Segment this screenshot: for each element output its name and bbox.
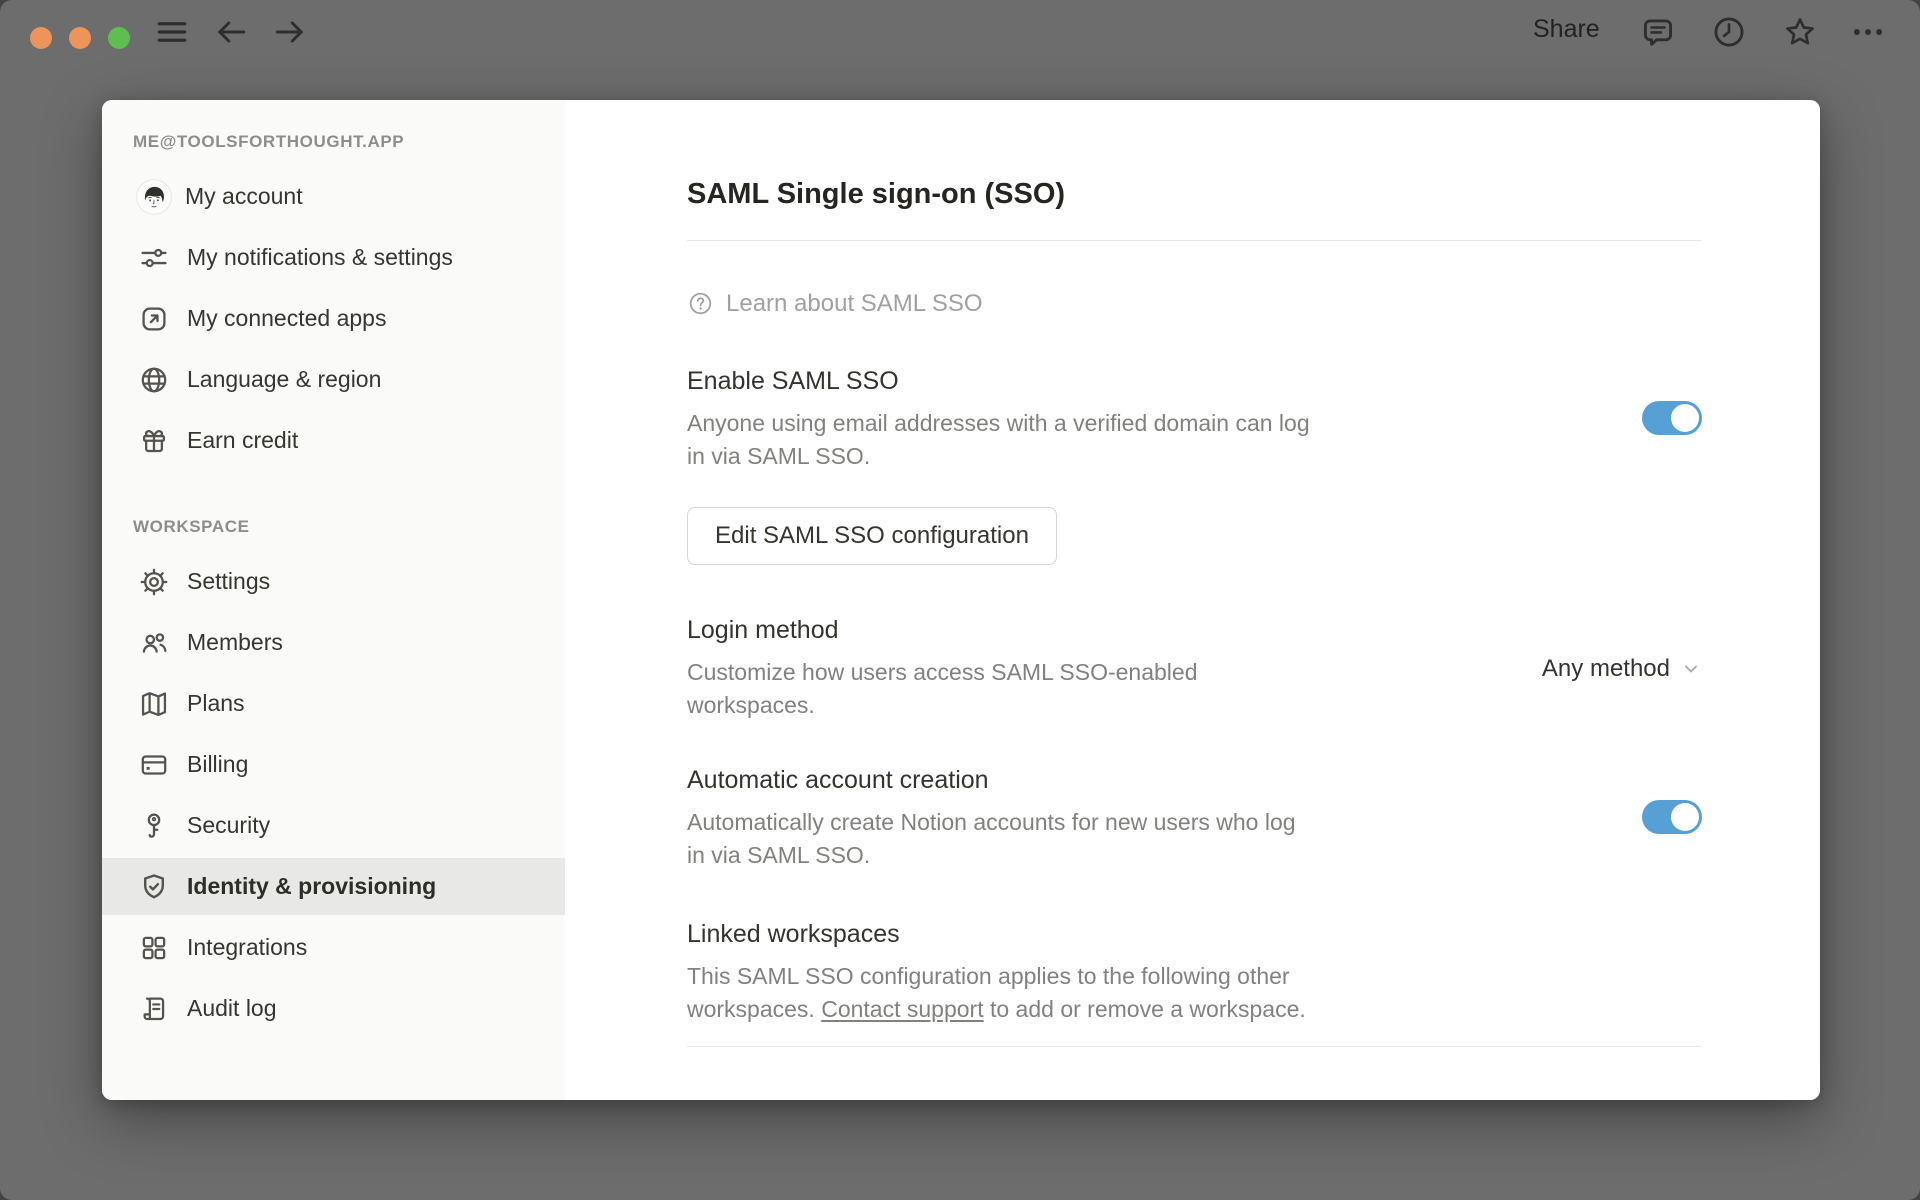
linked-workspaces-heading: Linked workspaces	[687, 920, 900, 948]
linked-workspaces-section: Linked workspaces This SAML SSO configur…	[687, 918, 1702, 1026]
more-options-icon[interactable]	[1850, 14, 1886, 50]
enable-saml-sso-heading: Enable SAML SSO	[687, 367, 899, 395]
sidebar-item-billing[interactable]: Billing	[102, 736, 565, 793]
sidebar-item-members[interactable]: Members	[102, 614, 565, 671]
sidebar-item-connected-apps[interactable]: My connected apps	[102, 290, 565, 347]
key-icon	[138, 810, 170, 842]
globe-icon	[138, 364, 170, 396]
back-icon[interactable]	[213, 14, 249, 50]
window-titlebar: Share	[0, 0, 1920, 62]
learn-link-label: Learn about SAML SSO	[726, 290, 983, 317]
traffic-light-zoom[interactable]	[108, 27, 130, 49]
gear-icon	[138, 566, 170, 598]
sidebar-item-integrations[interactable]: Integrations	[102, 919, 565, 976]
grid-icon	[138, 932, 170, 964]
contact-support-link[interactable]: Contact support	[821, 996, 983, 1022]
sidebar-item-label: Members	[187, 629, 283, 655]
sidebar-item-label: Language & region	[187, 366, 382, 392]
star-icon[interactable]	[1782, 14, 1818, 50]
sidebar-item-label: My notifications & settings	[187, 244, 453, 270]
traffic-light-minimize[interactable]	[69, 27, 91, 49]
sidebar-item-label: Audit log	[187, 995, 277, 1021]
sidebar-item-settings[interactable]: Settings	[102, 553, 565, 610]
shield-check-icon	[138, 871, 170, 903]
sidebar-item-label: Security	[187, 812, 271, 838]
login-method-section: Login method Customize how users access …	[687, 614, 1702, 722]
external-link-icon	[138, 303, 170, 335]
toggle-knob	[1671, 803, 1699, 831]
automatic-account-creation-toggle[interactable]	[1642, 800, 1702, 834]
sidebar-item-label: My account	[185, 183, 303, 209]
comments-icon[interactable]	[1640, 14, 1676, 50]
sidebar-item-language-region[interactable]: Language & region	[102, 351, 565, 408]
settings-content: SAML Single sign-on (SSO) Learn about SA…	[565, 100, 1820, 1100]
credit-card-icon	[138, 749, 170, 781]
avatar	[136, 179, 172, 215]
enable-saml-sso-section: Enable SAML SSO Anyone using email addre…	[687, 365, 1702, 473]
account-section-header: ME@TOOLSFORTHOUGHT.APP	[133, 132, 405, 151]
linked-workspaces-description: This SAML SSO configuration applies to t…	[687, 960, 1312, 1026]
login-method-dropdown-value: Any method	[1541, 655, 1670, 682]
login-method-heading: Login method	[687, 616, 839, 644]
login-method-description: Customize how users access SAML SSO-enab…	[687, 659, 1198, 718]
sidebar-item-audit-log[interactable]: Audit log	[102, 980, 565, 1037]
title-divider	[687, 240, 1702, 241]
automatic-account-creation-section: Automatic account creation Automatically…	[687, 764, 1702, 872]
page-title: SAML Single sign-on (SSO)	[687, 178, 1066, 210]
app-window: Share ME@TOOLSFORTHOUGHT.APP My account …	[0, 0, 1920, 1200]
sidebar-item-identity-provisioning[interactable]: Identity & provisioning	[102, 858, 565, 915]
sidebar-item-label: Billing	[187, 751, 249, 777]
history-icon[interactable]	[1711, 14, 1747, 50]
traffic-light-close[interactable]	[30, 27, 52, 49]
toggle-knob	[1671, 404, 1699, 432]
sidebar-item-label: My connected apps	[187, 305, 387, 331]
share-button[interactable]: Share	[1533, 15, 1600, 44]
sidebar-item-label: Plans	[187, 690, 245, 716]
question-circle-icon	[687, 290, 714, 317]
enable-saml-sso-toggle[interactable]	[1642, 401, 1702, 435]
learn-about-saml-sso-link[interactable]: Learn about SAML SSO	[687, 287, 1702, 320]
description-text: to add or remove a workspace.	[983, 996, 1306, 1022]
sidebar-item-earn-credit[interactable]: Earn credit	[102, 412, 565, 469]
sidebar-item-label: Settings	[187, 568, 271, 594]
workspace-section-header: WORKSPACE	[133, 517, 250, 536]
edit-saml-sso-configuration-button[interactable]: Edit SAML SSO configuration	[687, 507, 1057, 565]
sidebar-item-my-account[interactable]: My account	[102, 168, 565, 225]
settings-sidebar: ME@TOOLSFORTHOUGHT.APP My account My not…	[102, 100, 565, 1100]
sliders-icon	[138, 242, 170, 274]
sidebar-item-label: Identity & provisioning	[187, 873, 437, 899]
sidebar-item-security[interactable]: Security	[102, 797, 565, 854]
forward-icon[interactable]	[272, 14, 308, 50]
enable-saml-sso-description: Anyone using email addresses with a veri…	[687, 410, 1310, 469]
sidebar-item-notifications-settings[interactable]: My notifications & settings	[102, 229, 565, 286]
sidebar-item-label: Earn credit	[187, 427, 299, 453]
settings-modal: ME@TOOLSFORTHOUGHT.APP My account My not…	[102, 100, 1820, 1100]
map-icon	[138, 688, 170, 720]
gift-icon	[138, 425, 170, 457]
automatic-account-creation-description: Automatically create Notion accounts for…	[687, 809, 1296, 868]
menu-icon[interactable]	[154, 14, 190, 50]
sidebar-item-plans[interactable]: Plans	[102, 675, 565, 732]
audit-log-icon	[138, 993, 170, 1025]
sidebar-item-label: Integrations	[187, 934, 308, 960]
automatic-account-creation-heading: Automatic account creation	[687, 766, 989, 794]
chevron-down-icon	[1680, 658, 1702, 680]
members-icon	[138, 627, 170, 659]
bottom-divider	[687, 1046, 1702, 1047]
login-method-dropdown[interactable]: Any method	[1542, 652, 1702, 685]
